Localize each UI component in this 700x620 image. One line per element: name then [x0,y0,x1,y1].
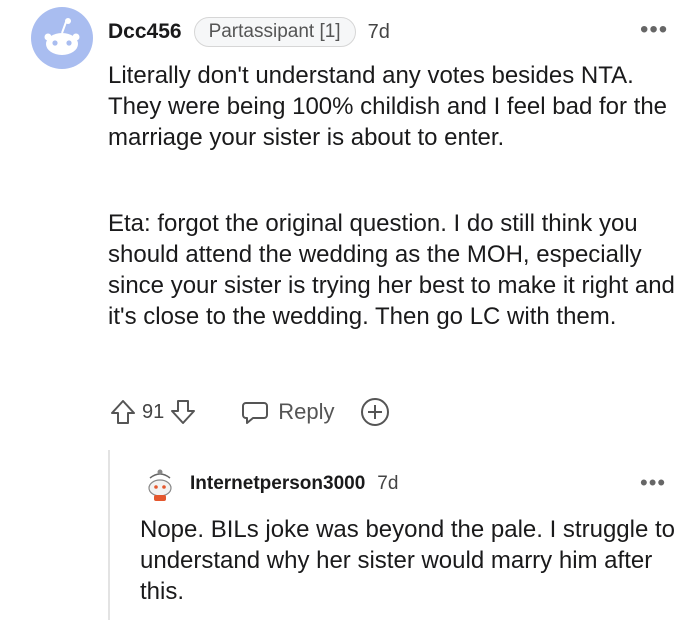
reply-button[interactable]: Reply [240,397,335,427]
reply-username[interactable]: Internetperson3000 [190,473,365,495]
reply-text: Nope. BILs joke was beyond the pale. I s… [140,516,675,605]
downvote-icon[interactable] [168,397,198,427]
reply-timestamp: 7d [377,473,399,494]
comment-paragraph: Literally don't understand any votes bes… [108,62,668,151]
comment-paragraph: Eta: forgot the original question. I do … [108,210,675,330]
comment-header: Dcc456 Partassipant [1] 7d [108,12,390,52]
user-flair: Partassipant [1] [193,17,356,47]
more-options-icon[interactable]: ••• [640,18,668,42]
award-icon[interactable] [359,396,391,428]
avatar[interactable] [30,6,94,70]
upvote-icon[interactable] [108,397,138,427]
timestamp: 7d [367,20,390,43]
comment-actions: 91 Reply [108,394,391,430]
vote-score: 91 [142,400,165,423]
reply-more-options-icon[interactable]: ••• [640,472,666,494]
reply-icon [242,402,269,424]
vote-controls: 91 [108,397,198,427]
thread-line[interactable] [108,450,110,620]
comment-thread: Dcc456 Partassipant [1] 7d ••• Literally… [0,0,700,620]
reply-label: Reply [278,399,335,424]
reply-header: Internetperson3000 7d [190,468,398,500]
reply-avatar[interactable] [140,464,180,504]
username[interactable]: Dcc456 [108,20,182,44]
